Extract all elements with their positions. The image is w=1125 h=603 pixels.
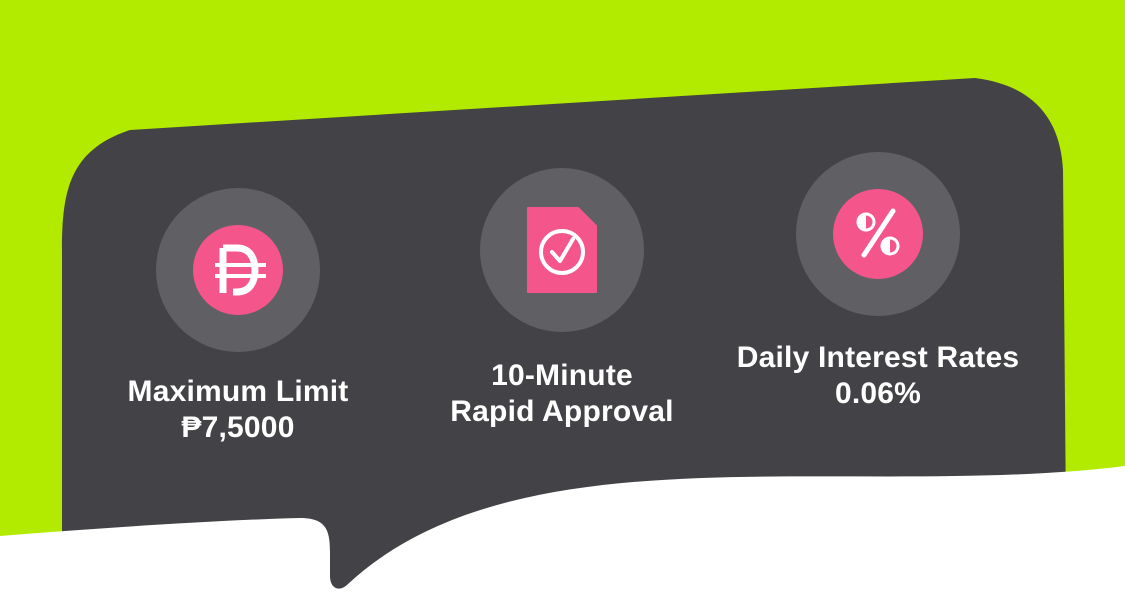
feature-label: Maximum Limit ₱7,5000: [88, 374, 388, 446]
feature-badge: [156, 188, 320, 352]
feature-value: Rapid Approval: [450, 395, 674, 428]
feature-label: 10-Minute Rapid Approval: [412, 358, 712, 430]
feature-title: Daily Interest Rates: [736, 341, 1020, 374]
feature-badge: [796, 152, 960, 316]
feature-title: 10-Minute: [491, 359, 633, 392]
feature-badge: [480, 168, 644, 332]
feature-label: Daily Interest Rates 0.06%: [728, 340, 1028, 412]
approval-document-icon: [526, 206, 598, 294]
feature-title: Maximum Limit: [127, 375, 349, 408]
feature-rapid-approval: 10-Minute Rapid Approval: [412, 168, 712, 438]
feature-value: ₱7,5000: [181, 411, 295, 444]
feature-daily-interest: Daily Interest Rates 0.06%: [728, 152, 1028, 422]
feature-maximum-limit: Maximum Limit ₱7,5000: [88, 188, 388, 448]
percent-icon: [833, 189, 923, 279]
peso-icon: [193, 225, 283, 315]
feature-value: 0.06%: [834, 377, 922, 410]
